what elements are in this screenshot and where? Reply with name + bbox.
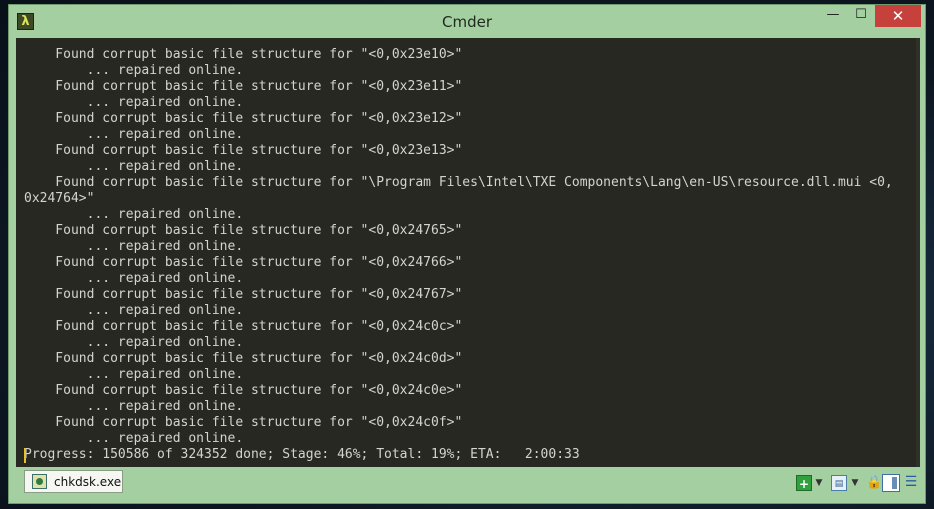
console-line: ... repaired online.	[24, 431, 244, 446]
panel-dropdown-icon[interactable]: ▼	[850, 475, 860, 491]
window-title: Cmder	[441, 13, 492, 31]
status-bar: chkdsk.exe + ▼ ▤ ▼ 🔒 ☰	[16, 468, 920, 499]
console-line: Found corrupt basic file structure for "…	[24, 255, 463, 270]
hamburger-menu-icon[interactable]: ☰	[904, 475, 918, 491]
minimize-button[interactable]: —	[819, 5, 847, 27]
console-line: 0x24764>"	[24, 191, 95, 206]
text-cursor	[24, 448, 26, 463]
console-line: Found corrupt basic file structure for "…	[24, 319, 463, 334]
split-view-icon[interactable]	[882, 474, 900, 492]
console-line: ... repaired online.	[24, 303, 244, 318]
console-line: Found corrupt basic file structure for "…	[24, 175, 893, 190]
console-line: Found corrupt basic file structure for "…	[24, 223, 463, 238]
console-line: ... repaired online.	[24, 271, 244, 286]
title-bar[interactable]: λ Cmder — ☐ ✕	[9, 5, 925, 38]
console-line: Found corrupt basic file structure for "…	[24, 111, 463, 126]
maximize-button[interactable]: ☐	[847, 5, 875, 27]
console-line: Found corrupt basic file structure for "…	[24, 287, 463, 302]
console-output[interactable]: Found corrupt basic file structure for "…	[16, 38, 920, 467]
console-line: ... repaired online.	[24, 239, 244, 254]
panel-layout-icon[interactable]: ▤	[831, 475, 847, 491]
console-line: ... repaired online.	[24, 95, 244, 110]
tab-label: chkdsk.exe	[54, 474, 122, 489]
close-button[interactable]: ✕	[875, 5, 921, 27]
console-line: ... repaired online.	[24, 367, 244, 382]
console-line: ... repaired online.	[24, 207, 244, 222]
tab-chkdsk[interactable]: chkdsk.exe	[24, 470, 123, 493]
console-line: Found corrupt basic file structure for "…	[24, 79, 463, 94]
new-tab-dropdown-icon[interactable]: ▼	[814, 475, 824, 491]
lock-icon[interactable]: 🔒	[866, 475, 882, 491]
console-scrollbar[interactable]	[916, 38, 920, 467]
console-line: ... repaired online.	[24, 127, 244, 142]
console-line: ... repaired online.	[24, 63, 244, 78]
new-tab-plus-icon[interactable]: +	[796, 475, 812, 491]
console-line: ... repaired online.	[24, 335, 244, 350]
console-tab-icon	[32, 474, 47, 489]
console-line: Found corrupt basic file structure for "…	[24, 383, 463, 398]
progress-line: Progress: 150586 of 324352 done; Stage: …	[24, 447, 580, 462]
console-line: ... repaired online.	[24, 159, 244, 174]
console-line: Found corrupt basic file structure for "…	[24, 415, 463, 430]
console-line: Found corrupt basic file structure for "…	[24, 351, 463, 366]
console-line: ... repaired online.	[24, 399, 244, 414]
cmder-window: λ Cmder — ☐ ✕ Found corrupt basic file s…	[8, 4, 926, 504]
console-line: Found corrupt basic file structure for "…	[24, 47, 463, 62]
console-line: Found corrupt basic file structure for "…	[24, 143, 463, 158]
